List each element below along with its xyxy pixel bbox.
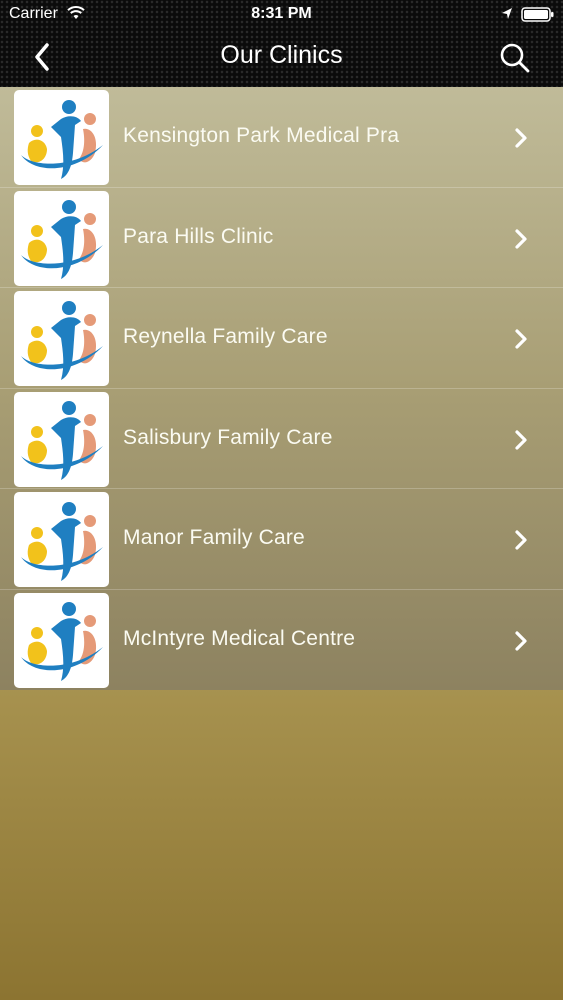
status-bar: Carrier 8:31 PM <box>0 0 563 30</box>
clinic-logo <box>14 492 109 587</box>
clinic-row-reynella[interactable]: Reynella Family Care <box>0 288 563 389</box>
clinic-name: Salisbury Family Care <box>123 425 333 449</box>
back-button[interactable] <box>24 38 60 76</box>
clinic-row-kensington-park[interactable]: Kensington Park Medical Pra <box>0 87 563 188</box>
chevron-right-icon <box>515 228 527 249</box>
search-button[interactable] <box>495 38 535 78</box>
clinic-list: Kensington Park Medical Pra Para Hills C… <box>0 87 563 690</box>
clinic-name: Para Hills Clinic <box>123 224 274 248</box>
family-care-logo-icon <box>20 200 103 279</box>
page-title: Our Clinics <box>220 41 343 69</box>
family-care-logo-icon <box>20 300 103 380</box>
clinic-name: Reynella Family Care <box>123 325 328 348</box>
clinic-logo <box>14 291 109 386</box>
header: Carrier 8:31 PM Our Clinics <box>0 0 563 87</box>
clinic-name: Kensington Park Medical Pra <box>123 124 400 147</box>
family-care-logo-icon <box>20 401 103 480</box>
background-area <box>0 690 563 1000</box>
clinic-name: McIntyre Medical Centre <box>123 626 356 650</box>
chevron-right-icon <box>515 429 527 450</box>
family-care-logo-icon <box>20 602 103 681</box>
battery-icon <box>521 7 555 28</box>
location-arrow-icon <box>501 7 513 26</box>
clinic-name: Manor Family Care <box>123 526 305 549</box>
chevron-right-icon <box>515 128 527 148</box>
clinic-logo <box>14 190 109 286</box>
search-icon <box>500 43 530 73</box>
clinic-row-mcintyre[interactable]: McIntyre Medical Centre <box>0 590 563 691</box>
family-care-logo-icon <box>20 99 103 179</box>
chevron-right-icon <box>515 530 527 550</box>
clinic-logo <box>14 90 109 185</box>
nav-bar: Our Clinics <box>0 30 563 87</box>
clinic-logo <box>14 391 109 487</box>
clinic-row-para-hills[interactable]: Para Hills Clinic <box>0 188 563 288</box>
clinic-row-salisbury[interactable]: Salisbury Family Care <box>0 389 563 489</box>
chevron-right-icon <box>515 329 527 349</box>
clinic-row-manor[interactable]: Manor Family Care <box>0 489 563 590</box>
chevron-left-icon <box>35 43 49 71</box>
chevron-right-icon <box>515 630 527 651</box>
status-time: 8:31 PM <box>251 5 312 22</box>
clinic-logo <box>14 592 109 688</box>
family-care-logo-icon <box>20 501 103 581</box>
